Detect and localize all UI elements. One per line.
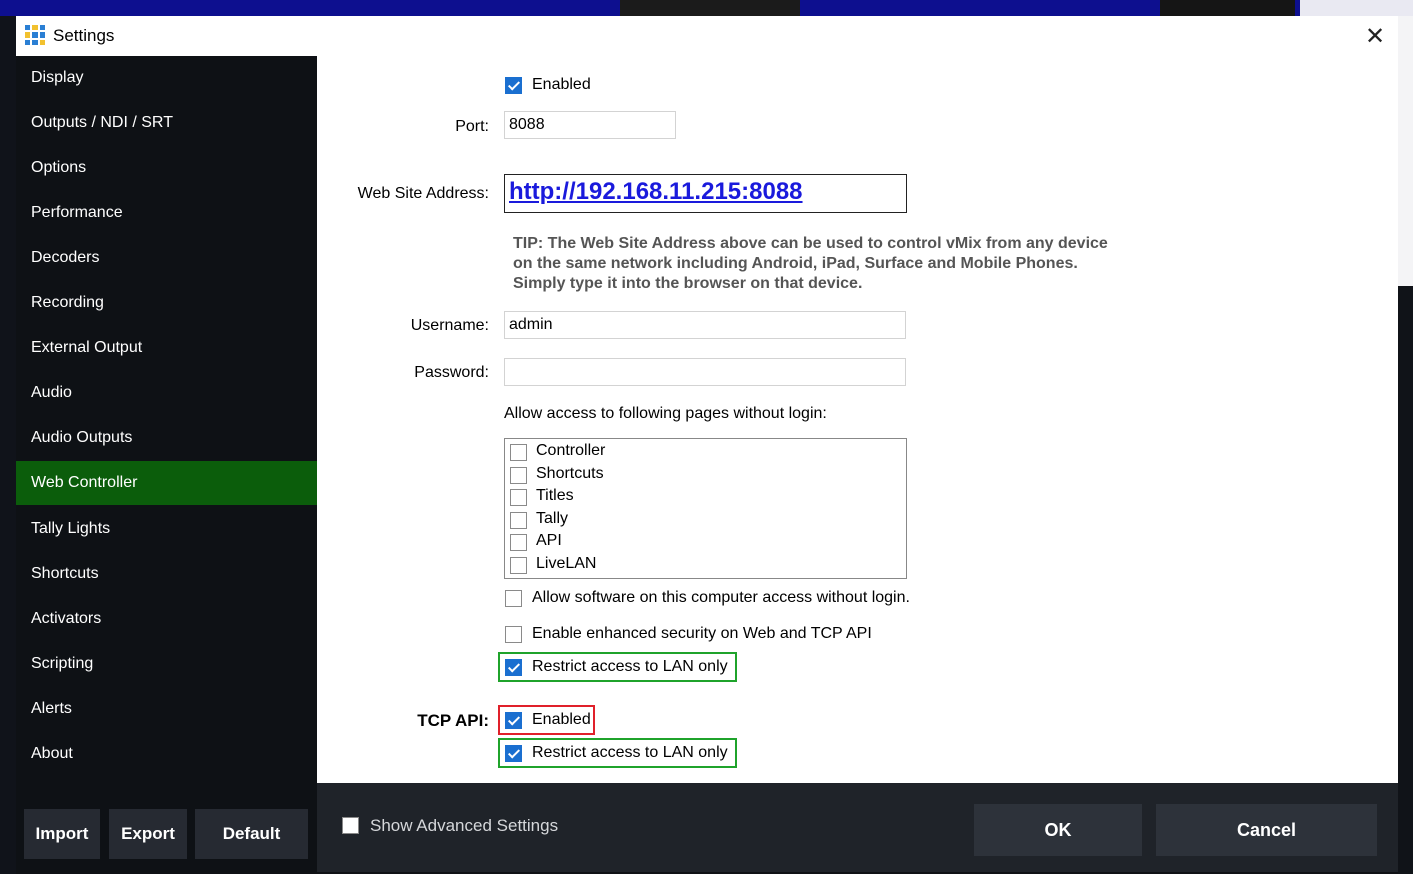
pages-access-list: Controller Shortcuts Titles Tally API Li… [504, 438, 907, 579]
background-app-left [0, 16, 16, 874]
web-restrict-lan-label: Restrict access to LAN only [532, 658, 728, 675]
sidebar-item-recording[interactable]: Recording [16, 281, 317, 325]
background-app-strip [0, 0, 1413, 16]
page-api-label: API [536, 532, 562, 549]
close-button[interactable]: ✕ [1352, 16, 1398, 56]
allow-software-label: Allow software on this computer access w… [532, 589, 910, 606]
username-label: Username: [410, 317, 489, 334]
settings-window: Settings ✕ Display Outputs / NDI / SRT O… [16, 16, 1398, 872]
sidebar-item-about[interactable]: About [16, 732, 317, 776]
page-controller-checkbox[interactable] [510, 444, 527, 461]
tcp-restrict-lan-label: Restrict access to LAN only [532, 744, 728, 761]
page-shortcuts-label: Shortcuts [536, 465, 604, 482]
web-enabled-checkbox[interactable] [505, 77, 522, 94]
web-enabled-label: Enabled [532, 76, 591, 93]
web-restrict-lan-checkbox[interactable] [505, 659, 522, 676]
background-block [1300, 0, 1413, 16]
title-bar: Settings ✕ [16, 16, 1398, 56]
sidebar-item-scripting[interactable]: Scripting [16, 642, 317, 686]
background-block [1160, 0, 1295, 16]
sidebar-item-audio[interactable]: Audio [16, 371, 317, 415]
dialog-footer: Show Advanced Settings OK Cancel [317, 783, 1398, 872]
sidebar-item-alerts[interactable]: Alerts [16, 687, 317, 731]
export-button[interactable]: Export [109, 809, 187, 859]
enhanced-security-checkbox[interactable] [505, 626, 522, 643]
ok-button[interactable]: OK [974, 804, 1142, 856]
window-title: Settings [53, 26, 115, 45]
port-label: Port: [455, 118, 489, 135]
page-livelan-checkbox[interactable] [510, 557, 527, 574]
website-address-link[interactable]: http://192.168.11.215:8088 [509, 178, 803, 206]
password-label: Password: [414, 364, 489, 381]
sidebar-item-activators[interactable]: Activators [16, 597, 317, 641]
sidebar-item-options[interactable]: Options [16, 146, 317, 190]
sidebar-item-web-controller[interactable]: Web Controller [16, 461, 317, 505]
close-icon: ✕ [1364, 22, 1386, 50]
import-button[interactable]: Import [24, 809, 100, 859]
page-shortcuts-checkbox[interactable] [510, 467, 527, 484]
tip-line: Simply type it into the browser on that … [513, 275, 863, 292]
sidebar-item-external-output[interactable]: External Output [16, 326, 317, 370]
sidebar-item-tally-lights[interactable]: Tally Lights [16, 507, 317, 551]
page-titles-label: Titles [536, 487, 574, 504]
page-tally-checkbox[interactable] [510, 512, 527, 529]
page-controller-label: Controller [536, 442, 606, 459]
tcp-enabled-label: Enabled [532, 711, 591, 728]
enhanced-security-label: Enable enhanced security on Web and TCP … [532, 625, 872, 642]
cancel-button[interactable]: Cancel [1156, 804, 1377, 856]
background-block [620, 0, 800, 16]
port-input[interactable]: 8088 [504, 111, 676, 139]
sidebar-item-outputs[interactable]: Outputs / NDI / SRT [16, 101, 317, 145]
website-address-box: http://192.168.11.215:8088 [504, 174, 907, 213]
vmix-app-icon [25, 25, 45, 45]
web-controller-panel: Enabled Port: 8088 Web Site Address: htt… [317, 56, 1398, 783]
sidebar-item-shortcuts[interactable]: Shortcuts [16, 552, 317, 596]
tcp-api-label: TCP API: [417, 711, 489, 730]
tip-text: TIP: The Web Site Address above can be u… [513, 234, 1213, 294]
page-api-checkbox[interactable] [510, 534, 527, 551]
sidebar-item-display[interactable]: Display [16, 56, 317, 100]
username-input[interactable]: admin [504, 311, 906, 339]
password-input[interactable] [504, 358, 906, 386]
pages-access-label: Allow access to following pages without … [504, 405, 827, 422]
settings-sidebar: Display Outputs / NDI / SRT Options Perf… [16, 56, 317, 872]
show-advanced-label: Show Advanced Settings [370, 816, 559, 835]
tcp-restrict-lan-checkbox[interactable] [505, 745, 522, 762]
show-advanced-checkbox[interactable] [342, 817, 359, 834]
sidebar-item-decoders[interactable]: Decoders [16, 236, 317, 280]
sidebar-item-performance[interactable]: Performance [16, 191, 317, 235]
tip-line: on the same network including Android, i… [513, 255, 1078, 272]
tip-line: TIP: The Web Site Address above can be u… [513, 235, 1108, 252]
page-titles-checkbox[interactable] [510, 489, 527, 506]
default-button[interactable]: Default [195, 809, 308, 859]
sidebar-item-audio-outputs[interactable]: Audio Outputs [16, 416, 317, 460]
page-livelan-label: LiveLAN [536, 555, 597, 572]
background-app-right [1398, 16, 1413, 874]
page-tally-label: Tally [536, 510, 569, 527]
allow-software-checkbox[interactable] [505, 590, 522, 607]
tcp-enabled-checkbox[interactable] [505, 712, 522, 729]
website-address-label: Web Site Address: [357, 185, 489, 202]
